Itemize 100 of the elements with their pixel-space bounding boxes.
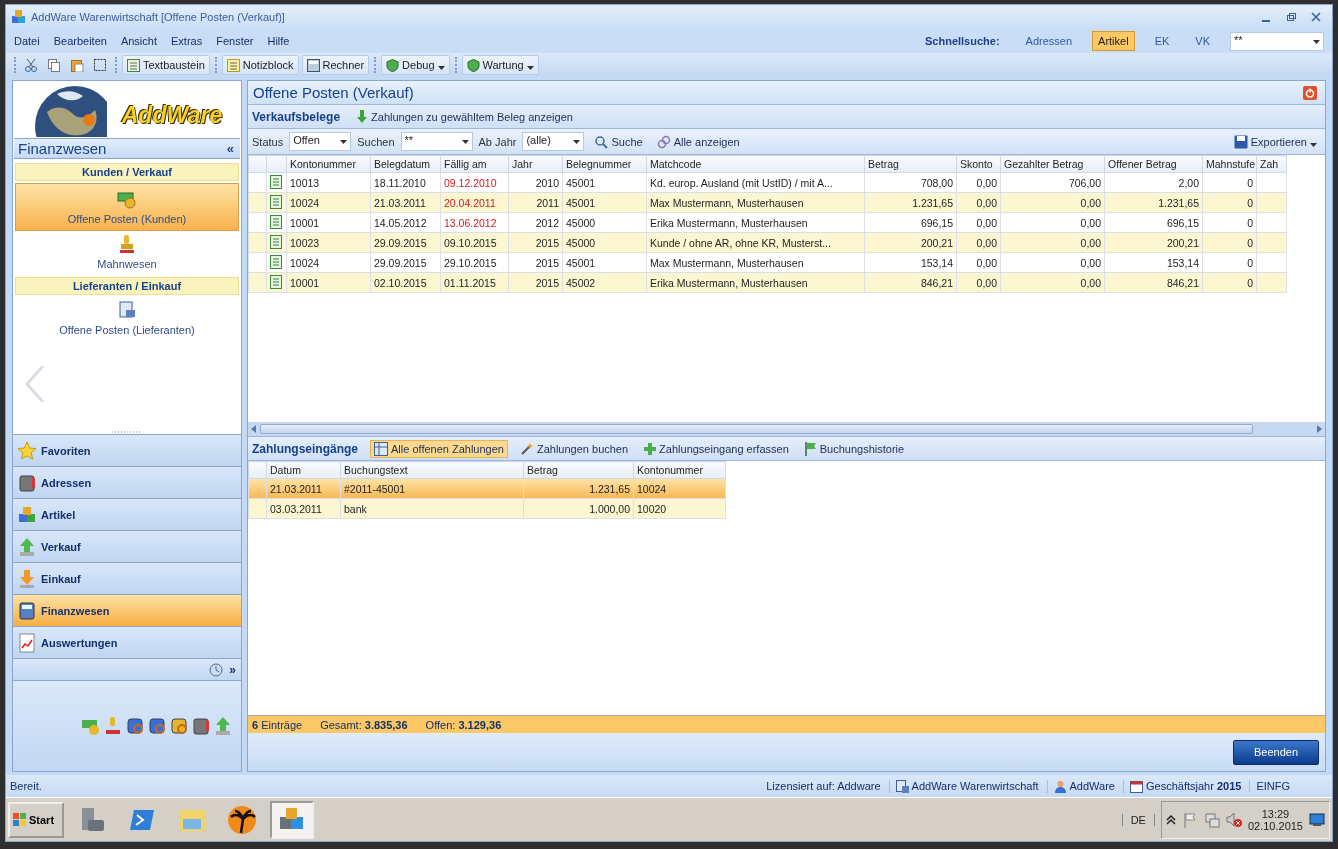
close-icon	[1311, 12, 1321, 22]
caret-icon	[340, 140, 348, 144]
calculator-icon	[306, 58, 320, 72]
collapse-button[interactable]: «	[226, 141, 234, 156]
column-header[interactable]: Datum	[266, 461, 341, 479]
scroll-left-icon[interactable]	[250, 425, 258, 433]
nav-button[interactable]: Finanzwesen	[13, 595, 241, 627]
nav-button[interactable]: Adressen	[13, 467, 241, 499]
desktop-icon[interactable]	[1309, 812, 1325, 827]
quit-button[interactable]: Beenden	[1233, 739, 1319, 765]
money-icon	[117, 189, 137, 209]
filter-field[interactable]: Offen	[289, 132, 352, 151]
export-button[interactable]: Exportieren	[1229, 132, 1321, 151]
language-indicator[interactable]: DE	[1121, 813, 1155, 826]
search-button[interactable]: Suche	[590, 132, 647, 151]
column-header[interactable]: Skonto	[956, 155, 1001, 173]
scrollbar[interactable]	[248, 422, 1325, 436]
toolbar-button[interactable]: Debug	[381, 55, 450, 75]
column-header[interactable]: Betrag	[523, 461, 634, 479]
column-header[interactable]: Kontonummer	[633, 461, 726, 479]
menu-item[interactable]: Datei	[14, 35, 40, 47]
filter-field[interactable]: (alle)	[522, 132, 585, 151]
cubes-icon	[17, 504, 37, 525]
toolbar-button[interactable]: Notizblock	[221, 55, 299, 75]
column-header[interactable]: Belegdatum	[370, 155, 441, 173]
tab[interactable]: Buchungshistorie	[800, 439, 909, 458]
toolbar-button[interactable]: Textbaustein	[122, 55, 210, 75]
nav-button[interactable]: Favoriten	[13, 435, 241, 467]
table-cell: 0	[1202, 252, 1257, 273]
menu-item[interactable]: Ansicht	[120, 35, 157, 47]
search-icon	[169, 716, 189, 736]
table-cell: 0,00	[956, 212, 1001, 233]
table-cell: 708,00	[864, 172, 957, 193]
toolbar-button[interactable]: Rechner	[301, 55, 370, 75]
nav-button[interactable]: Auswertungen	[13, 627, 241, 659]
quick-search-option[interactable]: VK	[1189, 31, 1216, 51]
search-icon	[125, 716, 145, 736]
grip-icon[interactable]	[112, 430, 142, 433]
column-header[interactable]: Matchcode	[646, 155, 865, 173]
table-cell: 846,21	[1104, 272, 1203, 293]
column-header[interactable]: Mahnstufe	[1202, 155, 1257, 173]
summary-text: Offen: 3.129,36	[425, 718, 502, 731]
search-icon	[147, 716, 167, 736]
quick-search-option[interactable]: Artikel	[1092, 31, 1135, 51]
scroll-right-icon[interactable]	[1315, 425, 1323, 433]
quick-search-option[interactable]: EK	[1148, 31, 1176, 51]
table-row[interactable]: 03.03.2011 bank 1.000,00 10020	[248, 498, 726, 519]
tab[interactable]: Zahlungen buchen	[515, 439, 633, 458]
license-text: Lizensiert auf: Addware	[766, 780, 881, 792]
menu-item[interactable]: Fenster	[216, 35, 254, 47]
sidebar-item[interactable]: Mahnwesen	[15, 231, 239, 273]
menu-item[interactable]: Hilfe	[267, 35, 290, 47]
nav-button[interactable]: Einkauf	[13, 563, 241, 595]
nav-button[interactable]: Verkauf	[13, 531, 241, 563]
arrow-up-icon	[213, 716, 233, 736]
speaker-muted-icon[interactable]	[1225, 811, 1242, 828]
column-header[interactable]: Gezahlter Betrag	[1000, 155, 1105, 173]
calendar-icon	[1129, 779, 1143, 793]
filter-label: Suchen	[357, 135, 395, 148]
table-cell: 1.231,65	[864, 192, 957, 213]
column-header[interactable]: Belegnummer	[562, 155, 647, 173]
caret-icon	[573, 140, 581, 144]
table-cell: 2,00	[1104, 172, 1203, 193]
chevron-up-icon[interactable]	[1165, 814, 1176, 825]
column-header[interactable]: Fällig am	[440, 155, 509, 173]
table-row[interactable]: 21.03.2011 #2011-45001 1.231,65 10024	[248, 478, 726, 499]
table-cell: 0	[1202, 172, 1257, 193]
column-header[interactable]: Betrag	[864, 155, 957, 173]
network-icon[interactable]	[1203, 811, 1220, 828]
table-cell: 21.03.2011	[266, 478, 341, 499]
column-header[interactable]: Offener Betrag	[1104, 155, 1203, 173]
document-icon	[270, 174, 282, 189]
tab[interactable]: Alle offenen Zahlungen	[370, 439, 508, 458]
column-header[interactable]: Jahr	[508, 155, 563, 173]
insert-mode: EINFG	[1256, 780, 1290, 792]
sidebar-item[interactable]: Offene Posten (Kunden)	[15, 183, 239, 231]
sidebar-item[interactable]: Offene Posten (Lieferanten)	[15, 297, 239, 339]
flag-icon[interactable]	[1181, 811, 1198, 828]
show-all-button[interactable]: Alle anzeigen	[652, 132, 744, 151]
toolbar-button[interactable]: Wartung	[461, 55, 539, 75]
document-icon	[270, 274, 282, 289]
table-cell: 10024	[633, 478, 726, 499]
filter-field[interactable]: **	[400, 132, 473, 151]
menu-item[interactable]: Bearbeiten	[53, 35, 107, 47]
column-header[interactable]: Buchungstext	[340, 461, 524, 479]
nav-button[interactable]: Artikel	[13, 499, 241, 531]
column-header[interactable]: Zah	[1256, 155, 1287, 173]
caret-icon	[1313, 39, 1320, 44]
column-header[interactable]: Kontonummer	[286, 155, 371, 173]
more-button[interactable]: »	[229, 662, 236, 677]
menu-item[interactable]: Extras	[171, 35, 203, 47]
app-icon	[895, 779, 909, 793]
table-cell: 10001	[286, 212, 371, 233]
table-cell: 1.231,65	[1104, 192, 1203, 213]
start-button[interactable]: Start	[8, 801, 64, 838]
show-payments-button[interactable]: Zahlungen zu gewähltem Beleg anzeigen	[352, 107, 577, 126]
table-cell: 1.231,65	[523, 478, 634, 499]
tab[interactable]: Zahlungseingang erfassen	[640, 440, 793, 457]
quick-search-field[interactable]: **	[1230, 31, 1324, 51]
quick-search-option[interactable]: Adressen	[1019, 31, 1079, 51]
